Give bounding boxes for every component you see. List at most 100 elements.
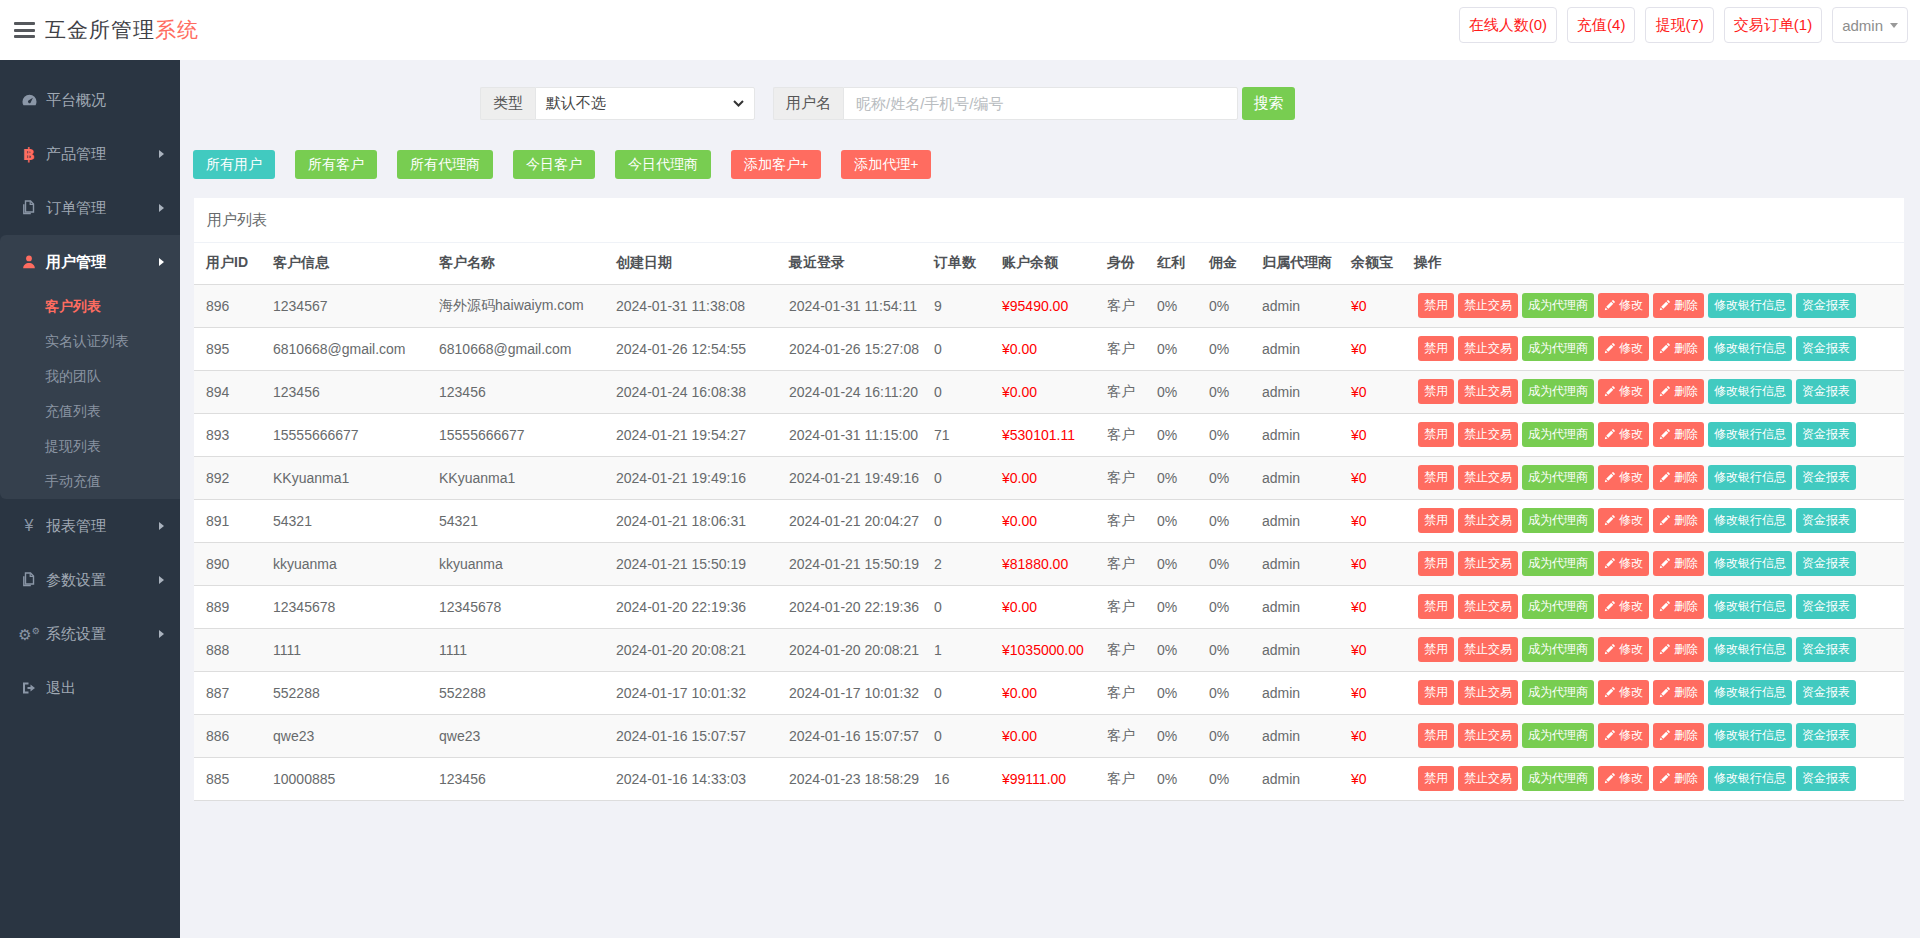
sidebar-subitem-my-team[interactable]: 我的团队 [0,359,180,394]
disable-button[interactable]: 禁用 [1418,379,1454,404]
all-users-button[interactable]: 所有用户 [193,150,275,179]
disable-button[interactable]: 禁用 [1418,336,1454,361]
forbid-trade-button[interactable]: 禁止交易 [1458,379,1518,404]
fund-report-button[interactable]: 资金报表 [1796,508,1856,533]
forbid-trade-button[interactable]: 禁止交易 [1458,465,1518,490]
edit-bank-info-button[interactable]: 修改银行信息 [1708,508,1792,533]
disable-button[interactable]: 禁用 [1418,766,1454,791]
make-agent-button[interactable]: 成为代理商 [1522,465,1594,490]
edit-button[interactable]: 修改 [1598,594,1649,619]
make-agent-button[interactable]: 成为代理商 [1522,379,1594,404]
fund-report-button[interactable]: 资金报表 [1796,680,1856,705]
disable-button[interactable]: 禁用 [1418,465,1454,490]
sidebar-item-product-management[interactable]: ฿产品管理 [0,127,180,181]
fund-report-button[interactable]: 资金报表 [1796,594,1856,619]
fund-report-button[interactable]: 资金报表 [1796,766,1856,791]
edit-bank-info-button[interactable]: 修改银行信息 [1708,723,1792,748]
edit-button[interactable]: 修改 [1598,293,1649,318]
menu-toggle-icon[interactable] [14,22,35,38]
delete-button[interactable]: 删除 [1653,379,1704,404]
today-customers-button[interactable]: 今日客户 [513,150,595,179]
edit-button[interactable]: 修改 [1598,766,1649,791]
edit-bank-info-button[interactable]: 修改银行信息 [1708,594,1792,619]
delete-button[interactable]: 删除 [1653,551,1704,576]
add-agent-button[interactable]: 添加代理+ [841,150,931,179]
delete-button[interactable]: 删除 [1653,508,1704,533]
delete-button[interactable]: 删除 [1653,766,1704,791]
fund-report-button[interactable]: 资金报表 [1796,336,1856,361]
disable-button[interactable]: 禁用 [1418,551,1454,576]
all-agents-button[interactable]: 所有代理商 [397,150,493,179]
sidebar-item-report-management[interactable]: ¥报表管理 [0,499,180,553]
sidebar-item-parameter-settings[interactable]: 参数设置 [0,553,180,607]
today-agents-button[interactable]: 今日代理商 [615,150,711,179]
edit-bank-info-button[interactable]: 修改银行信息 [1708,336,1792,361]
delete-button[interactable]: 删除 [1653,422,1704,447]
fund-report-button[interactable]: 资金报表 [1796,637,1856,662]
edit-button[interactable]: 修改 [1598,723,1649,748]
forbid-trade-button[interactable]: 禁止交易 [1458,508,1518,533]
fund-report-button[interactable]: 资金报表 [1796,422,1856,447]
make-agent-button[interactable]: 成为代理商 [1522,551,1594,576]
make-agent-button[interactable]: 成为代理商 [1522,766,1594,791]
fund-report-button[interactable]: 资金报表 [1796,723,1856,748]
make-agent-button[interactable]: 成为代理商 [1522,594,1594,619]
make-agent-button[interactable]: 成为代理商 [1522,422,1594,447]
edit-bank-info-button[interactable]: 修改银行信息 [1708,766,1792,791]
edit-button[interactable]: 修改 [1598,465,1649,490]
forbid-trade-button[interactable]: 禁止交易 [1458,551,1518,576]
delete-button[interactable]: 删除 [1653,594,1704,619]
sidebar-subitem-recharge-list[interactable]: 充值列表 [0,394,180,429]
sidebar-item-order-management[interactable]: 订单管理 [0,181,180,235]
admin-user-menu[interactable]: admin [1832,7,1908,43]
edit-button[interactable]: 修改 [1598,379,1649,404]
edit-bank-info-button[interactable]: 修改银行信息 [1708,680,1792,705]
forbid-trade-button[interactable]: 禁止交易 [1458,293,1518,318]
sidebar-item-user-management[interactable]: 用户管理 [0,235,180,289]
disable-button[interactable]: 禁用 [1418,723,1454,748]
fund-report-button[interactable]: 资金报表 [1796,293,1856,318]
edit-bank-info-button[interactable]: 修改银行信息 [1708,422,1792,447]
fund-report-button[interactable]: 资金报表 [1796,551,1856,576]
edit-bank-info-button[interactable]: 修改银行信息 [1708,551,1792,576]
disable-button[interactable]: 禁用 [1418,680,1454,705]
edit-button[interactable]: 修改 [1598,637,1649,662]
edit-button[interactable]: 修改 [1598,336,1649,361]
edit-button[interactable]: 修改 [1598,680,1649,705]
delete-button[interactable]: 删除 [1653,637,1704,662]
forbid-trade-button[interactable]: 禁止交易 [1458,766,1518,791]
disable-button[interactable]: 禁用 [1418,594,1454,619]
sidebar-subitem-withdraw-list[interactable]: 提现列表 [0,429,180,464]
fund-report-button[interactable]: 资金报表 [1796,465,1856,490]
edit-bank-info-button[interactable]: 修改银行信息 [1708,465,1792,490]
forbid-trade-button[interactable]: 禁止交易 [1458,336,1518,361]
forbid-trade-button[interactable]: 禁止交易 [1458,422,1518,447]
disable-button[interactable]: 禁用 [1418,422,1454,447]
delete-button[interactable]: 删除 [1653,723,1704,748]
edit-bank-info-button[interactable]: 修改银行信息 [1708,637,1792,662]
edit-button[interactable]: 修改 [1598,422,1649,447]
username-input[interactable] [843,87,1238,120]
delete-button[interactable]: 删除 [1653,465,1704,490]
forbid-trade-button[interactable]: 禁止交易 [1458,680,1518,705]
trade-orders-button[interactable]: 交易订单(1) [1724,7,1822,43]
type-filter-select[interactable]: 默认不选 [535,87,755,120]
forbid-trade-button[interactable]: 禁止交易 [1458,637,1518,662]
disable-button[interactable]: 禁用 [1418,508,1454,533]
forbid-trade-button[interactable]: 禁止交易 [1458,723,1518,748]
recharge-button[interactable]: 充值(4) [1567,7,1635,43]
sidebar-subitem-manual-recharge[interactable]: 手动充值 [0,464,180,499]
delete-button[interactable]: 删除 [1653,680,1704,705]
all-customers-button[interactable]: 所有客户 [295,150,377,179]
forbid-trade-button[interactable]: 禁止交易 [1458,594,1518,619]
sidebar-item-system-settings[interactable]: ⚙⚙系统设置 [0,607,180,661]
search-button[interactable]: 搜索 [1242,87,1295,120]
edit-button[interactable]: 修改 [1598,551,1649,576]
edit-bank-info-button[interactable]: 修改银行信息 [1708,293,1792,318]
make-agent-button[interactable]: 成为代理商 [1522,680,1594,705]
delete-button[interactable]: 删除 [1653,336,1704,361]
delete-button[interactable]: 删除 [1653,293,1704,318]
add-customer-button[interactable]: 添加客户+ [731,150,821,179]
disable-button[interactable]: 禁用 [1418,637,1454,662]
make-agent-button[interactable]: 成为代理商 [1522,637,1594,662]
